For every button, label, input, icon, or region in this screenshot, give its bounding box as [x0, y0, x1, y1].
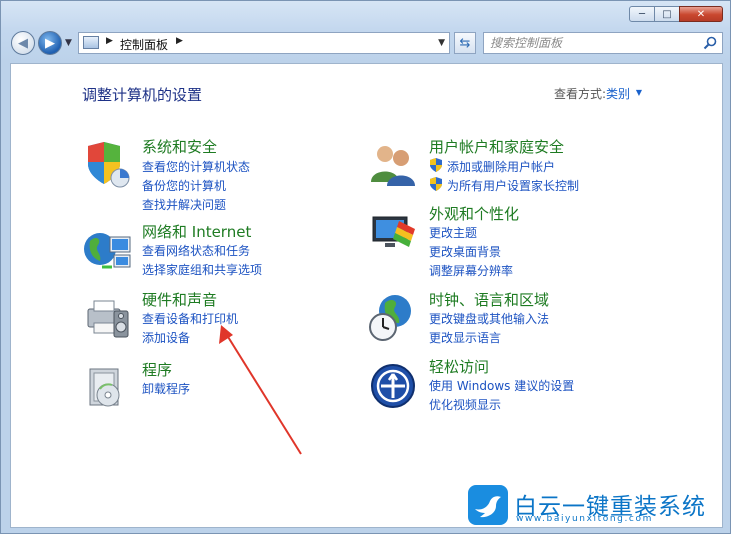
printer-speaker-icon[interactable] [82, 293, 132, 343]
minimize-button[interactable]: ─ [629, 6, 655, 22]
back-button[interactable]: ◀ [11, 31, 35, 55]
display-personalize-icon[interactable] [369, 207, 419, 257]
uac-shield-icon [430, 177, 442, 191]
control-panel-window: ─ □ ✕ ◀ ▶ ▼ ▶ 控制面板 ▶ ▼ ⇆ 调整计算机的设置 查看方式: … [0, 0, 731, 534]
link-add-device[interactable]: 添加设备 [142, 329, 190, 346]
category-title-ease-of-access[interactable]: 轻松访问 [429, 356, 489, 377]
category-title-network-internet[interactable]: 网络和 Internet [142, 221, 251, 242]
shield-icon[interactable] [82, 140, 132, 190]
link-find-fix-problems[interactable]: 查找并解决问题 [142, 196, 226, 213]
link-adjust-resolution[interactable]: 调整屏幕分辨率 [429, 262, 513, 279]
link-view-computer-status[interactable]: 查看您的计算机状态 [142, 158, 250, 175]
category-title-hardware-sound[interactable]: 硬件和声音 [142, 289, 217, 310]
breadcrumb-separator-icon[interactable]: ▶ [106, 36, 113, 46]
category-title-user-accounts[interactable]: 用户帐户和家庭安全 [429, 136, 564, 157]
watermark-url: www.baiyunxitong.com [516, 514, 653, 524]
breadcrumb-control-panel[interactable]: 控制面板 [120, 36, 168, 53]
link-change-display-language[interactable]: 更改显示语言 [429, 329, 501, 346]
view-by-label: 查看方式: [553, 87, 606, 101]
view-by-dropdown[interactable]: 类别 [606, 85, 630, 102]
address-dropdown-icon[interactable]: ▼ [438, 38, 445, 48]
link-parental-controls[interactable]: 为所有用户设置家长控制 [447, 177, 579, 194]
link-change-keyboard-input[interactable]: 更改键盘或其他输入法 [429, 310, 549, 327]
breadcrumb-separator-icon[interactable]: ▶ [176, 36, 183, 46]
link-windows-recommended-settings[interactable]: 使用 Windows 建议的设置 [429, 377, 574, 394]
link-uninstall-program[interactable]: 卸载程序 [142, 380, 190, 397]
link-optimize-visual-display[interactable]: 优化视频显示 [429, 396, 501, 413]
category-title-system-security[interactable]: 系统和安全 [142, 136, 217, 157]
link-change-theme[interactable]: 更改主题 [429, 224, 477, 241]
maximize-button[interactable]: □ [654, 6, 680, 22]
search-icon[interactable] [703, 36, 717, 50]
view-by-chevron-down-icon[interactable]: ▼ [636, 88, 642, 97]
search-input[interactable] [490, 35, 690, 51]
control-panel-content: 调整计算机的设置 查看方式: 类别 ▼ 系统和安全 查看您的计算机状态 备份您的… [10, 63, 723, 528]
users-icon[interactable] [369, 140, 419, 190]
uac-shield-icon [430, 158, 442, 172]
address-bar[interactable]: ▶ 控制面板 ▶ ▼ [78, 32, 450, 54]
link-change-desktop-background[interactable]: 更改桌面背景 [429, 243, 501, 260]
page-title: 调整计算机的设置 [82, 86, 203, 104]
link-view-network-status[interactable]: 查看网络状态和任务 [142, 242, 250, 259]
ease-of-access-icon[interactable] [369, 360, 419, 410]
recent-pages-dropdown-icon[interactable]: ▼ [65, 38, 72, 48]
link-add-remove-user[interactable]: 添加或删除用户帐户 [447, 158, 555, 175]
caption-buttons: ─ □ ✕ [629, 6, 723, 22]
close-button[interactable]: ✕ [679, 6, 723, 22]
link-devices-printers[interactable]: 查看设备和打印机 [142, 310, 238, 327]
watermark: 白云一键重装系统 www.baiyunxitong.com [468, 485, 718, 527]
globe-clock-icon[interactable] [369, 293, 419, 343]
category-title-programs[interactable]: 程序 [142, 359, 172, 380]
globe-network-icon[interactable] [82, 225, 132, 275]
link-homegroup-sharing[interactable]: 选择家庭组和共享选项 [142, 261, 262, 278]
control-panel-icon [83, 36, 99, 49]
category-title-appearance[interactable]: 外观和个性化 [429, 203, 519, 224]
category-title-clock-language-region[interactable]: 时钟、语言和区域 [429, 289, 549, 310]
refresh-button[interactable]: ⇆ [454, 32, 476, 54]
forward-button[interactable]: ▶ [38, 31, 62, 55]
search-box[interactable] [483, 32, 723, 54]
programs-box-icon[interactable] [82, 363, 132, 413]
link-backup-computer[interactable]: 备份您的计算机 [142, 177, 226, 194]
bird-logo-icon [468, 485, 508, 525]
navigation-toolbar: ◀ ▶ ▼ ▶ 控制面板 ▶ ▼ ⇆ [10, 30, 723, 58]
